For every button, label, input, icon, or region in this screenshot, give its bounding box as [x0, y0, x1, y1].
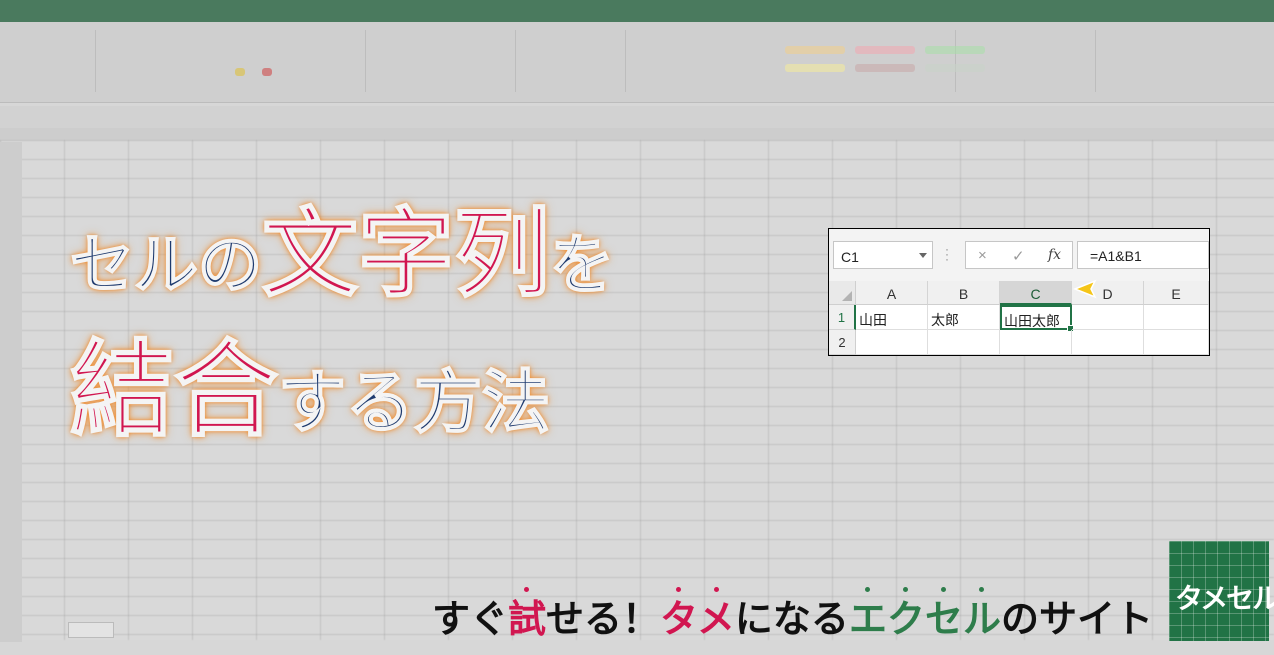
column-header-b[interactable]: B — [928, 281, 1000, 305]
name-box-value: C1 — [841, 249, 859, 265]
tagline: すぐ 試せる！ タメになる エクセルのサイト — [432, 587, 1153, 641]
tagline-part: のサイト — [1000, 597, 1153, 641]
drag-handle-icon[interactable]: · · · — [945, 243, 949, 265]
cell-d1[interactable] — [1072, 305, 1144, 330]
site-logo[interactable]: タメセル — [1169, 541, 1274, 641]
cell-a1[interactable]: 山田 — [856, 305, 928, 330]
background-sheet-tab — [68, 622, 114, 638]
headline-line-1: セルの文字列を — [69, 205, 615, 303]
headline-part: セルの — [69, 229, 263, 303]
tagline-part-highlight: タメ — [660, 587, 735, 641]
pointer-arrow-icon — [1073, 279, 1097, 299]
tagline-part-text: 試 — [508, 597, 547, 641]
emphasis-dot — [902, 587, 908, 592]
tagline-part-highlight: 試 — [508, 587, 547, 641]
background-ribbon — [0, 22, 1274, 103]
column-header-a[interactable]: A — [856, 281, 928, 305]
cell-a2[interactable] — [856, 330, 928, 355]
cell-b1[interactable]: 太郎 — [928, 305, 1000, 330]
formula-buttons: × ✓ fx — [965, 241, 1073, 269]
formula-input[interactable]: =A1&B1 — [1077, 241, 1209, 269]
background-title-bar — [0, 0, 1274, 22]
headline-part: する方法 — [277, 364, 551, 443]
column-header-e[interactable]: E — [1144, 281, 1209, 305]
cell-c1-value: 山田太郎 — [1004, 313, 1060, 329]
cell-e1[interactable] — [1144, 305, 1209, 330]
cell-c1[interactable]: 山田太郎 — [1000, 305, 1074, 332]
headline-part-highlight: 文字列 — [261, 198, 551, 310]
insert-function-button[interactable]: fx — [1048, 247, 1061, 263]
select-all-corner[interactable] — [829, 281, 856, 305]
dropdown-arrow-icon[interactable] — [919, 253, 927, 258]
enter-check-icon[interactable]: ✓ — [1012, 247, 1025, 265]
tagline-part-text: エクセル — [848, 597, 1001, 641]
name-box[interactable]: C1 — [833, 241, 933, 269]
cancel-icon[interactable]: × — [978, 247, 987, 264]
emphasis-dot — [940, 587, 946, 592]
cell-c2[interactable] — [1000, 330, 1072, 355]
excel-inset: C1 · · · × ✓ fx =A1&B1 A B C D E 1 2 山田 太郎… — [828, 228, 1210, 356]
row-header-2[interactable]: 2 — [829, 330, 856, 355]
column-header-c[interactable]: C — [1000, 281, 1072, 305]
logo-text: タメセル — [1175, 582, 1274, 615]
tagline-part: せる！ — [546, 597, 661, 641]
emphasis-dot — [524, 587, 530, 592]
tagline-part-text: タメ — [660, 597, 735, 641]
emphasis-dot — [978, 587, 984, 592]
cell-e2[interactable] — [1144, 330, 1209, 355]
cell-d2[interactable] — [1072, 330, 1144, 355]
tagline-part-highlight: エクセル — [848, 587, 1001, 641]
formula-text: =A1&B1 — [1090, 248, 1142, 264]
row-header-1[interactable]: 1 — [829, 305, 856, 330]
headline-line-2: 結合する方法 — [69, 337, 551, 443]
background-formula-bar — [0, 106, 1274, 129]
cell-b2[interactable] — [928, 330, 1000, 355]
headline-part-highlight: 結合 — [69, 329, 279, 451]
formula-bar: C1 · · · × ✓ fx =A1&B1 — [829, 229, 1209, 282]
tagline-part: すぐ — [432, 597, 509, 641]
background-row-headers — [0, 142, 22, 642]
tagline-part: になる — [734, 597, 849, 641]
headline-part: を — [549, 229, 615, 303]
sheet-grid: A B C D E 1 2 山田 太郎 山田太郎 — [829, 281, 1209, 355]
emphasis-dot — [864, 587, 870, 592]
